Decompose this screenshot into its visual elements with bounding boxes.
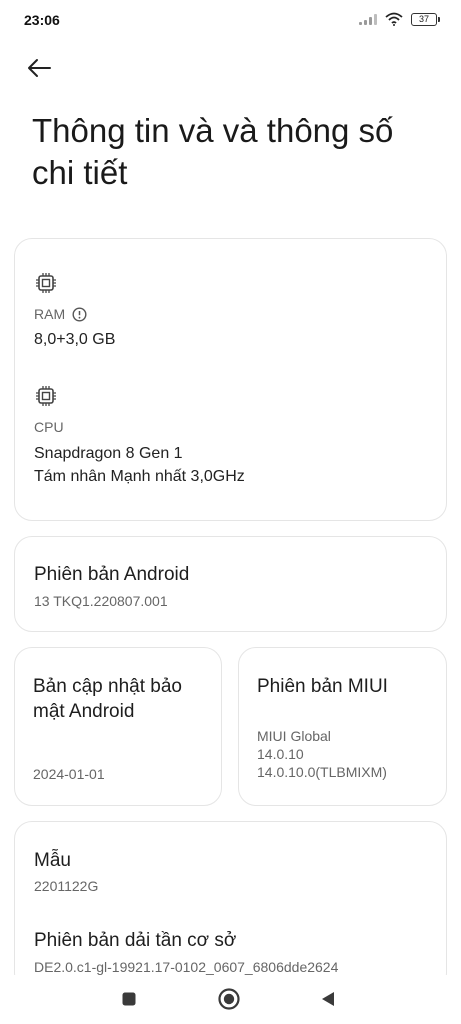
miui-version-line1: MIUI Global (257, 728, 331, 744)
security-update-value: 2024-01-01 (33, 766, 105, 782)
arrow-left-icon (28, 59, 51, 77)
status-icons: 37 (359, 12, 440, 26)
status-time: 23:06 (24, 12, 60, 28)
specs-card: RAM 8,0+3,0 GB CPU Snapdragon 8 Gen 1 Tá… (14, 238, 447, 521)
cpu-value-line1: Snapdragon 8 Gen 1 (34, 445, 183, 462)
battery-icon: 37 (411, 12, 440, 26)
android-version-title: Phiên bản Android (34, 564, 190, 585)
back-button[interactable] (26, 50, 66, 86)
security-update-title-line2: mật Android (33, 701, 135, 722)
ram-value: 8,0+3,0 GB (34, 331, 116, 348)
miui-version-line3: 14.0.10.0(TLBMIXM) (257, 764, 387, 780)
chip-icon (36, 386, 56, 406)
miui-version-line2: 14.0.10 (257, 746, 304, 762)
recents-icon (122, 992, 136, 1006)
status-bar: 23:06 37 (0, 0, 461, 40)
android-version-value: 13 TKQ1.220807.001 (34, 593, 168, 609)
wifi-icon (385, 12, 403, 26)
signal-icon (359, 13, 377, 25)
baseband-title: Phiên bản dải tần cơ sở (34, 930, 237, 951)
ram-label-row: RAM (34, 306, 87, 322)
android-version-card[interactable]: Phiên bản Android 13 TKQ1.220807.001 (14, 536, 447, 632)
model-value: 2201122G (34, 878, 99, 894)
home-icon (218, 988, 240, 1010)
miui-version-title: Phiên bản MIUI (257, 676, 388, 697)
security-update-title-line1: Bản cập nhật bảo (33, 676, 182, 697)
cpu-value-line2: Tám nhân Mạnh nhất 3,0GHz (34, 468, 245, 485)
chip-icon (36, 273, 56, 293)
recents-button[interactable] (117, 987, 141, 1011)
baseband-value: DE2.0.c1-gl-19921.17-0102_0607_6806dde26… (34, 959, 339, 975)
security-update-card[interactable]: Bản cập nhật bảo mật Android 2024-01-01 (14, 647, 222, 806)
nav-back-button[interactable] (316, 987, 340, 1011)
home-button[interactable] (217, 987, 241, 1011)
page-title: Thông tin và và thông số chi tiết (32, 112, 394, 191)
info-icon[interactable] (72, 306, 87, 322)
model-title: Mẫu (34, 850, 71, 871)
miui-version-card[interactable]: Phiên bản MIUI MIUI Global 14.0.10 14.0.… (238, 647, 447, 806)
cpu-label-text: CPU (34, 419, 64, 435)
cpu-label: CPU (34, 419, 64, 435)
back-icon (322, 992, 334, 1006)
model-card[interactable]: Mẫu 2201122G Phiên bản dải tần cơ sở DE2… (14, 821, 447, 991)
navigation-bar (0, 975, 461, 1024)
ram-label: RAM (34, 306, 66, 322)
